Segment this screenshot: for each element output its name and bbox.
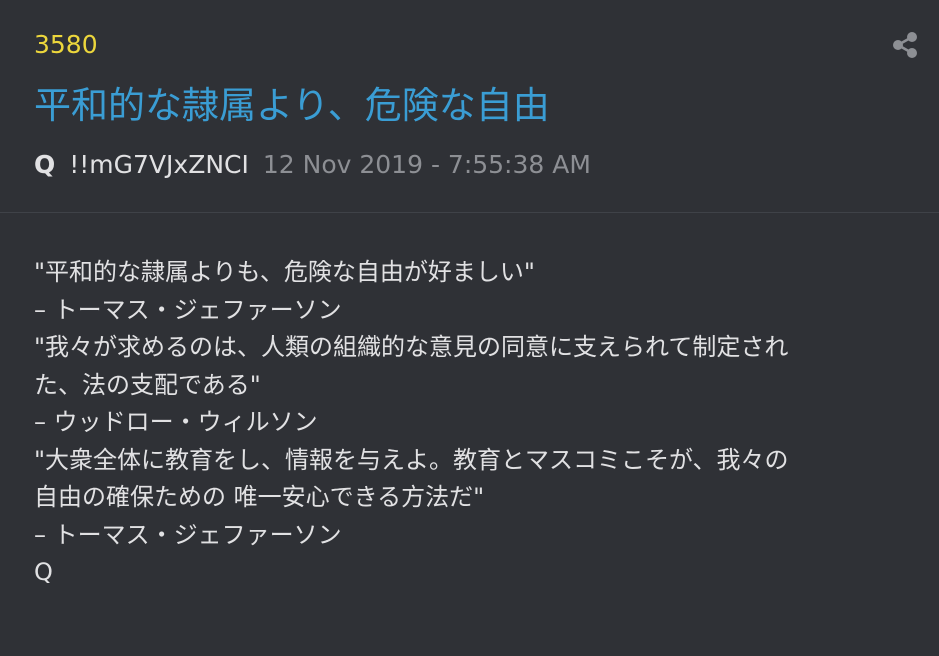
author-tripcode: !!mG7VJxZNCI <box>69 150 249 179</box>
post-body-line: "大衆全体に教育をし、情報を与えよ。教育とマスコミこそが、我々の <box>34 445 789 474</box>
post-body-line: "我々が求めるのは、人類の組織的な意見の同意に支えられて制定され <box>34 333 789 361</box>
post-body-line: – トーマス・ジェファーソン <box>34 520 342 549</box>
post-meta: Q !!mG7VJxZNCI 12 Nov 2019 - 7:55:38 AM <box>34 150 591 182</box>
post-body-line: "平和的な隷属よりも、危険な自由が好ましい" <box>34 258 535 286</box>
post-body-line: – トーマス・ジェファーソン <box>34 295 342 324</box>
post-body-line: 自由の確保ための 唯一安心できる方法だ" <box>34 483 485 511</box>
author-name: Q <box>34 150 56 179</box>
post-body: "平和的な隷属よりも、危険な自由が好ましい" – トーマス・ジェファーソン "我… <box>34 254 914 592</box>
post-body-line: Q <box>34 558 53 586</box>
post-number[interactable]: 3580 <box>34 30 98 60</box>
post-timestamp: 12 Nov 2019 - 7:55:38 AM <box>262 150 591 179</box>
post-body-line: – ウッドロー・ウィルソン <box>34 408 318 436</box>
post-card: 3580 平和的な隷属より、危険な自由 Q !!mG7VJxZNCI 12 No… <box>0 0 939 656</box>
post-body-line: た、法の支配である" <box>34 370 261 399</box>
post-title: 平和的な隷属より、危険な自由 <box>34 84 550 127</box>
share-icon[interactable] <box>890 30 920 60</box>
divider <box>0 212 939 213</box>
